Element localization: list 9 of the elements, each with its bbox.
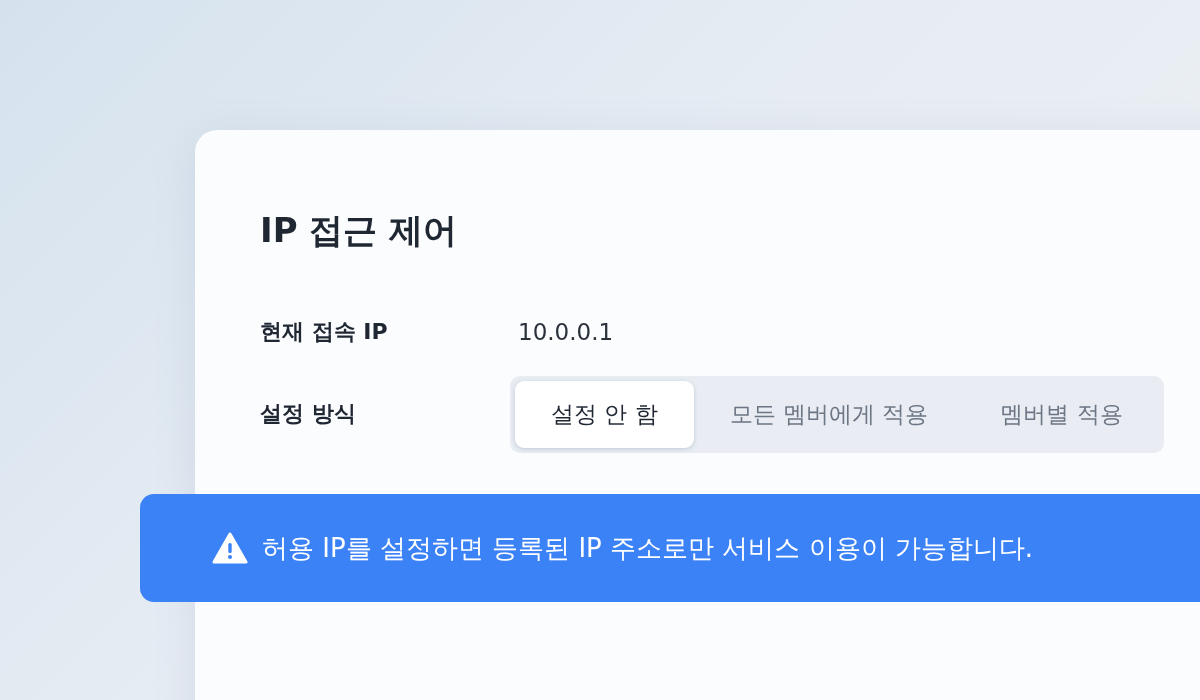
page-title: IP 접근 제어 [260, 209, 459, 252]
segment-option[interactable]: 멤버별 적용 [964, 380, 1159, 448]
field-label: 현재 접속 IP [260, 318, 389, 346]
field-label: 설정 방식 [260, 400, 357, 428]
warning-icon [212, 532, 248, 564]
field-value: 10.0.0.1 [518, 319, 614, 345]
notice-text: 허용 IP를 설정하면 등록된 IP 주소로만 서비스 이용이 가능합니다. [262, 531, 1034, 565]
segment-option[interactable]: 모든 멤버에게 적용 [693, 380, 965, 448]
segment-option[interactable]: 설정 안 함 [515, 380, 694, 448]
